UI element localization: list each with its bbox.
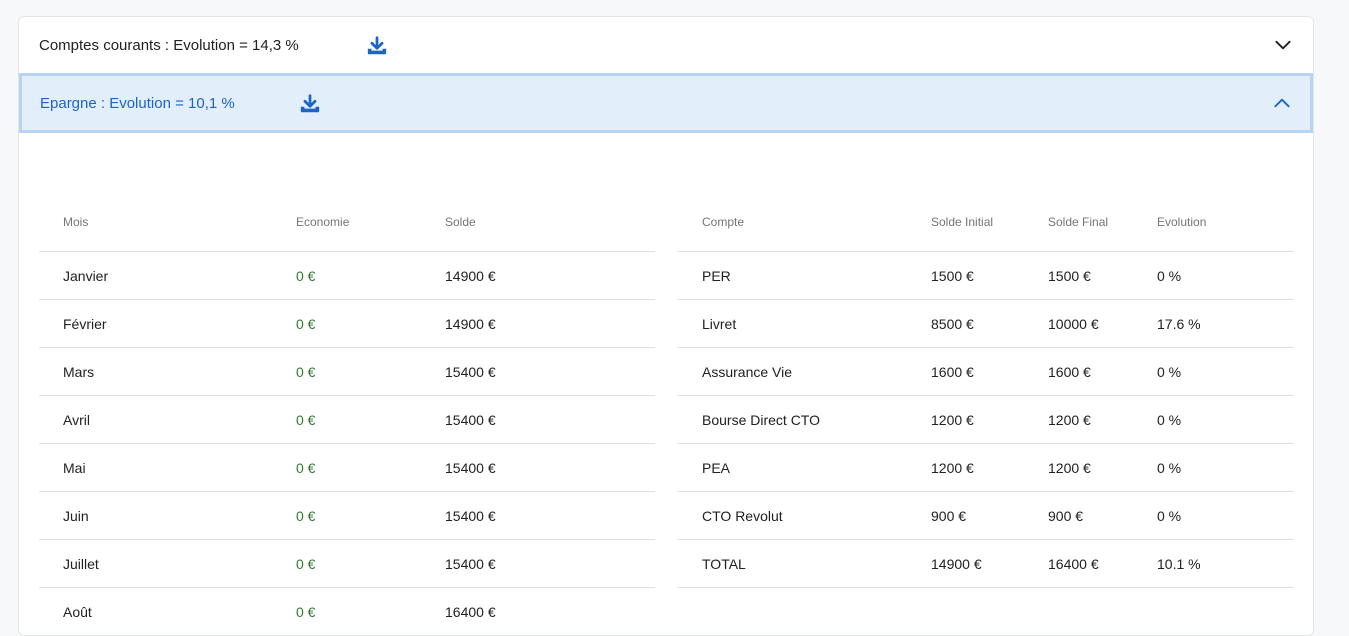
cell-mois: Février (39, 299, 296, 348)
cell-evolution: 0 % (1157, 491, 1294, 540)
cell-solde-final: 1200 € (1048, 395, 1157, 444)
column-header-solde-final: Solde Final (1048, 193, 1157, 252)
table-row-total: TOTAL 14900 € 16400 € 10.1 % (678, 539, 1294, 588)
cell-mois: Mars (39, 347, 296, 396)
cell-solde-initial: 8500 € (931, 299, 1048, 348)
table-row: Février 0 € 14900 € (39, 299, 655, 348)
panel-header-comptes-courants[interactable]: Comptes courants : Evolution = 14,3 % (19, 17, 1313, 73)
cell-compte: PER (678, 251, 931, 300)
cell-solde-initial: 1200 € (931, 395, 1048, 444)
cell-compte: PEA (678, 443, 931, 492)
table-row: Assurance Vie 1600 € 1600 € 0 % (678, 347, 1294, 396)
cell-evolution: 17.6 % (1157, 299, 1294, 348)
panel-header-epargne[interactable]: Epargne : Evolution = 10,1 % (19, 73, 1313, 133)
cell-solde-final: 900 € (1048, 491, 1157, 540)
cell-economie: 0 € (296, 347, 445, 396)
cell-solde-initial: 900 € (931, 491, 1048, 540)
cell-economie: 0 € (296, 491, 445, 540)
table-row: Bourse Direct CTO 1200 € 1200 € 0 % (678, 395, 1294, 444)
cell-compte: Bourse Direct CTO (678, 395, 931, 444)
cell-mois: Juin (39, 491, 296, 540)
monthly-savings-table: Mois Economie Solde Janvier 0 € 14900 € … (39, 193, 655, 635)
table-row: Janvier 0 € 14900 € (39, 251, 655, 300)
cell-mois: Août (39, 587, 296, 635)
accounts-summary-table: Compte Solde Initial Solde Final Evoluti… (678, 193, 1294, 588)
cell-compte: TOTAL (678, 539, 931, 588)
column-header-economie: Economie (296, 193, 445, 252)
table-row: Juin 0 € 15400 € (39, 491, 655, 540)
cell-mois: Mai (39, 443, 296, 492)
cell-solde-final: 16400 € (1048, 539, 1157, 588)
cell-economie: 0 € (296, 395, 445, 444)
column-header-compte: Compte (678, 193, 931, 252)
table-row: Mai 0 € 15400 € (39, 443, 655, 492)
cell-mois: Avril (39, 395, 296, 444)
table-header-row: Compte Solde Initial Solde Final Evoluti… (678, 193, 1294, 252)
table-row: Livret 8500 € 10000 € 17.6 % (678, 299, 1294, 348)
cell-solde-initial: 1500 € (931, 251, 1048, 300)
cell-solde: 15400 € (445, 395, 655, 444)
cell-solde-initial: 14900 € (931, 539, 1048, 588)
cell-solde-final: 1600 € (1048, 347, 1157, 396)
table-header-row: Mois Economie Solde (39, 193, 655, 252)
table-row: Août 0 € 16400 € (39, 587, 655, 635)
table-row: PER 1500 € 1500 € 0 % (678, 251, 1294, 300)
table-row: Mars 0 € 15400 € (39, 347, 655, 396)
table-row: PEA 1200 € 1200 € 0 % (678, 443, 1294, 492)
cell-evolution: 0 % (1157, 251, 1294, 300)
cell-solde-final: 10000 € (1048, 299, 1157, 348)
download-icon[interactable] (366, 35, 388, 57)
cell-evolution: 0 % (1157, 443, 1294, 492)
panel-title-comptes-courants: Comptes courants : Evolution = 14,3 % (39, 36, 299, 54)
cell-evolution: 0 % (1157, 395, 1294, 444)
cell-solde: 14900 € (445, 251, 655, 300)
column-header-solde-initial: Solde Initial (931, 193, 1048, 252)
cell-solde-initial: 1200 € (931, 443, 1048, 492)
cell-evolution: 0 % (1157, 347, 1294, 396)
table-row: Juillet 0 € 15400 € (39, 539, 655, 588)
cell-economie: 0 € (296, 587, 445, 635)
column-header-solde: Solde (445, 193, 655, 252)
cell-mois: Janvier (39, 251, 296, 300)
cell-mois: Juillet (39, 539, 296, 588)
column-header-mois: Mois (39, 193, 296, 252)
cell-solde: 16400 € (445, 587, 655, 635)
table-row: Avril 0 € 15400 € (39, 395, 655, 444)
cell-compte: Livret (678, 299, 931, 348)
cell-solde: 15400 € (445, 443, 655, 492)
cell-economie: 0 € (296, 443, 445, 492)
cell-economie: 0 € (296, 299, 445, 348)
cell-solde-final: 1200 € (1048, 443, 1157, 492)
cell-compte: Assurance Vie (678, 347, 931, 396)
accounts-accordion: Comptes courants : Evolution = 14,3 % Ep… (18, 16, 1314, 636)
table-row: CTO Revolut 900 € 900 € 0 % (678, 491, 1294, 540)
cell-solde-final: 1500 € (1048, 251, 1157, 300)
cell-solde-initial: 1600 € (931, 347, 1048, 396)
cell-economie: 0 € (296, 539, 445, 588)
cell-solde: 15400 € (445, 491, 655, 540)
cell-evolution: 10.1 % (1157, 539, 1294, 588)
chevron-down-icon[interactable] (1273, 35, 1293, 55)
cell-economie: 0 € (296, 251, 445, 300)
download-icon[interactable] (299, 93, 321, 115)
cell-solde: 15400 € (445, 539, 655, 588)
panel-title-epargne: Epargne : Evolution = 10,1 % (40, 94, 235, 112)
cell-solde: 15400 € (445, 347, 655, 396)
chevron-up-icon[interactable] (1272, 93, 1292, 113)
cell-compte: CTO Revolut (678, 491, 931, 540)
cell-solde: 14900 € (445, 299, 655, 348)
column-header-evolution: Evolution (1157, 193, 1294, 252)
